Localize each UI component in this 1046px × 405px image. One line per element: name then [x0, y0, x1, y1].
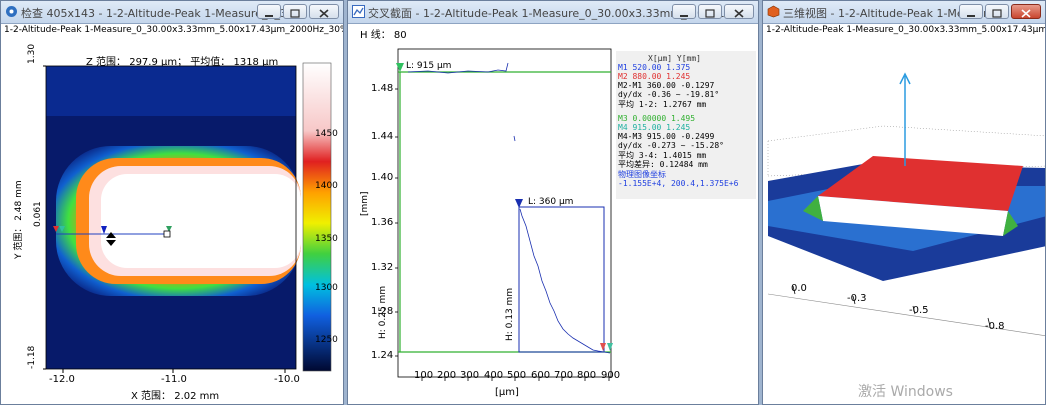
3d-view-titlebar[interactable]: 三维视图 - 1-2-Altitude-Peak 1-Measur... [763, 1, 1045, 24]
close-button[interactable] [1011, 4, 1041, 19]
inspection-titlebar[interactable]: 检查 405x143 - 1-2-Altitude-Peak 1-Measure… [1, 1, 343, 24]
x-axis-label: [µm] [495, 387, 519, 398]
x-range-label: X 范围： 2.02 mm [131, 391, 220, 402]
close-button[interactable] [309, 4, 339, 19]
cross-section-window[interactable]: 交叉截面 - 1-2-Altitude-Peak 1-Measure_0_30.… [347, 0, 759, 405]
length-label-2: L: 360 µm [528, 197, 574, 207]
y-tick-1.32: 1.32 [371, 262, 394, 273]
x-tick-500: 500 [507, 370, 527, 381]
y-range-label: Y 范围： 2.48 mm [14, 180, 24, 259]
y-axis-label: [mm] [360, 191, 370, 216]
stats-phys-val: -1.155E+4, 200.4,1.375E+6 [618, 179, 739, 188]
inspection-window[interactable]: 检查 405x143 - 1-2-Altitude-Peak 1-Measure… [0, 0, 344, 405]
x-tick-300: 300 [460, 370, 480, 381]
stats-m2m1: M2-M1 360.00 -0.1297 [618, 81, 715, 90]
y-tick-1.40: 1.40 [371, 172, 394, 183]
maximize-button[interactable] [985, 4, 1009, 19]
stats-m3: M3 0.00000 1.495 [618, 114, 696, 123]
y-tick-1.48: 1.48 [371, 83, 394, 94]
3d-view-window[interactable]: 三维视图 - 1-2-Altitude-Peak 1-Measur... 1-2… [762, 0, 1046, 405]
x-tick-900: 900 [601, 370, 621, 381]
y-tick-1.24: 1.24 [371, 350, 394, 361]
height-label-2: H: 0.13 mm [505, 287, 515, 341]
axis-label-2: -0.5 [909, 305, 929, 316]
heightmap-plot[interactable] [1, 46, 344, 405]
y-tick-1.44: 1.44 [371, 131, 394, 142]
colorbar-tick-1300: 1300 [315, 283, 338, 293]
y-tick-1.36: 1.36 [371, 217, 394, 228]
close-button[interactable] [724, 4, 754, 19]
window-subtitle: 1-2-Altitude-Peak 1-Measure_0_30.00x3.33… [4, 25, 344, 35]
stats-m4m3: M4-M3 915.00 -0.2499 [618, 132, 715, 141]
3d-icon [767, 5, 780, 18]
cross-section-titlebar[interactable]: 交叉截面 - 1-2-Altitude-Peak 1-Measure_0_30.… [348, 1, 758, 24]
stats-m2: M2 880.00 1.245 [618, 72, 691, 81]
y-tick-mid: 0.061 [33, 201, 43, 227]
minimize-button[interactable] [257, 4, 281, 19]
stats-header: X[µm] Y[mm] [648, 54, 701, 63]
x-tick-left: -12.0 [49, 374, 75, 385]
maximize-button[interactable] [283, 4, 307, 19]
axis-label-0: 0.0 [791, 283, 807, 294]
x-tick-800: 800 [577, 370, 597, 381]
maximize-button[interactable] [698, 4, 722, 19]
stats-dydx2: dy/dx -0.273 ~ -15.28° [618, 141, 724, 150]
minimize-button[interactable] [959, 4, 983, 19]
axis-label-1: -0.3 [847, 293, 867, 304]
axis-label-3: -0.8 [985, 321, 1005, 332]
height-label-1: H: 0.25 mm [378, 285, 388, 339]
h-line-label: H 线： 80 [360, 30, 407, 41]
stats-m1: M1 520.00 1.375 [618, 63, 691, 72]
y-tick-bottom: -1.18 [27, 345, 37, 369]
length-label-1: L: 915 µm [406, 61, 452, 71]
x-tick-100: 100 [414, 370, 434, 381]
y-tick-top: 1.30 [27, 43, 37, 64]
x-tick-mid: -11.0 [161, 374, 187, 385]
colorbar-tick-1400: 1400 [315, 181, 338, 191]
stats-m4: M4 915.00 1.245 [618, 123, 691, 132]
stats-dydx1: dy/dx -0.36 ~ -19.81° [618, 90, 720, 99]
3d-surface-view[interactable] [763, 36, 1046, 405]
activation-watermark: 激活 Windows [858, 384, 953, 400]
colorbar-tick-1250: 1250 [315, 335, 338, 345]
x-tick-700: 700 [554, 370, 574, 381]
x-tick-right: -10.0 [274, 374, 300, 385]
app-icon [6, 6, 17, 17]
colorbar [302, 62, 332, 372]
stats-avg12: 平均 1-2: 1.2767 mm [618, 100, 707, 109]
x-tick-200: 200 [437, 370, 457, 381]
chart-icon [352, 5, 365, 18]
minimize-button[interactable] [672, 4, 696, 19]
colorbar-tick-1350: 1350 [315, 234, 338, 244]
window-subtitle: 1-2-Altitude-Peak 1-Measure_0_30.00x3.33… [766, 25, 1046, 35]
x-tick-400: 400 [484, 370, 504, 381]
x-tick-600: 600 [531, 370, 551, 381]
colorbar-tick-1450: 1450 [315, 129, 338, 139]
